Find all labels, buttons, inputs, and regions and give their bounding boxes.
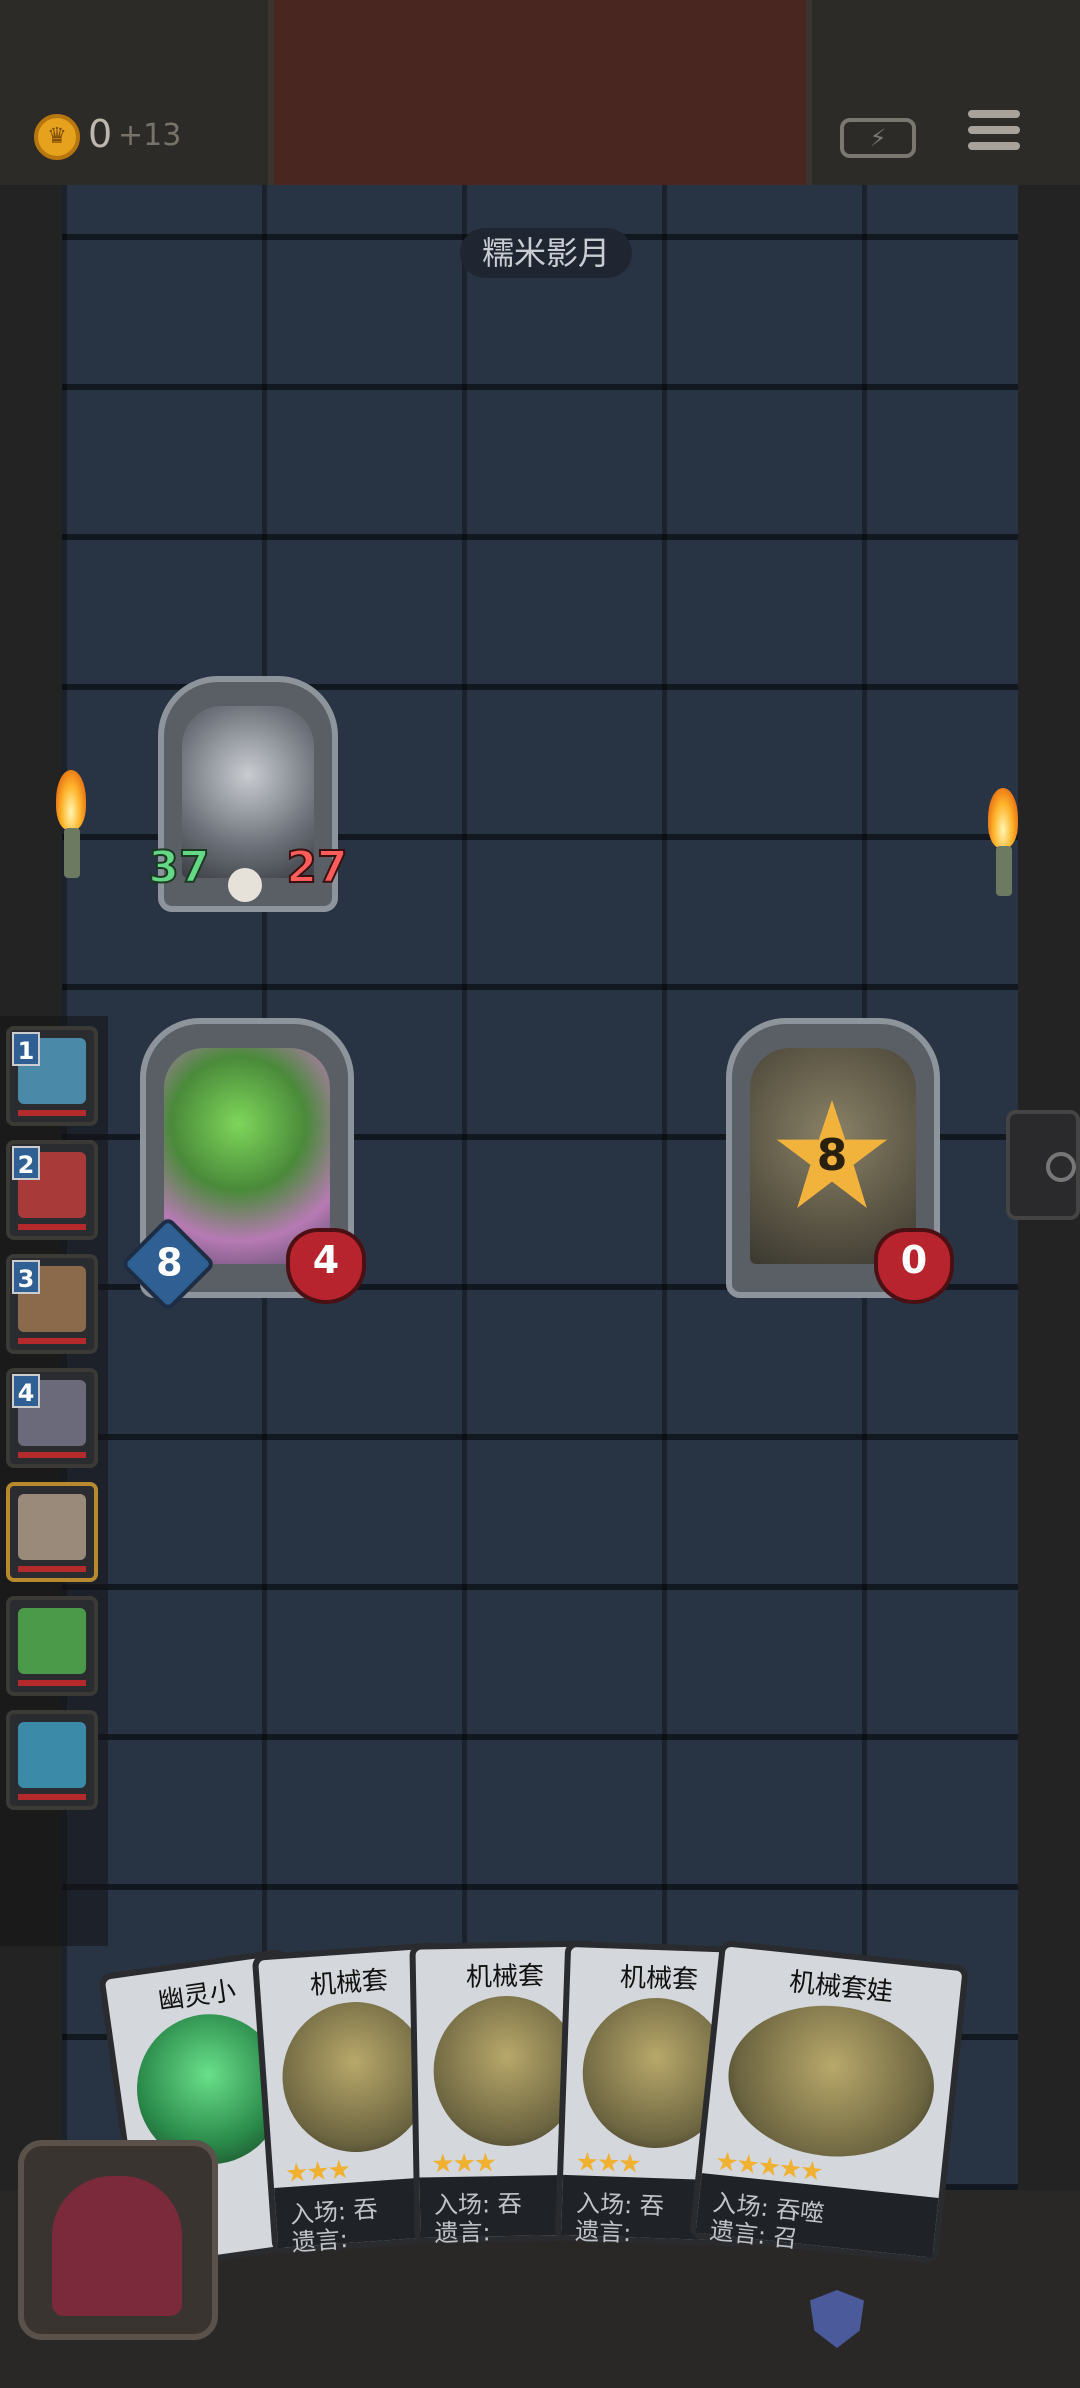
curtain (268, 0, 812, 185)
hero-attack: 37 (147, 841, 210, 894)
health-badge: 0 (874, 1228, 954, 1304)
star-icons: ★★★ (284, 2154, 350, 2190)
card-art (720, 1995, 942, 2167)
rank-badge: 2 (12, 1146, 40, 1180)
roster-slot[interactable] (6, 1710, 98, 1810)
crown-coin-icon: ♛ (34, 114, 80, 160)
torch-icon (56, 770, 86, 878)
rank-badge: 4 (12, 1374, 40, 1408)
menu-icon[interactable] (968, 110, 1020, 160)
card-name: 机械套 (465, 1961, 545, 1993)
hero-portrait[interactable] (18, 2140, 218, 2340)
avatar (18, 1494, 86, 1560)
roster-slot[interactable] (6, 1596, 98, 1696)
opponent-name: 糯米影月 (460, 228, 633, 278)
battery-charging-icon: ⚡ (840, 118, 916, 158)
rank-badge: 3 (12, 1260, 40, 1294)
roster-slot[interactable]: 2 (6, 1140, 98, 1240)
star-icons: ★★★ (430, 2148, 496, 2180)
friendly-attack: 8 (156, 1240, 183, 1285)
card-name: 机械套 (309, 1965, 389, 2001)
health-badge: 4 (286, 1228, 366, 1304)
roster-slot-self[interactable] (6, 1482, 98, 1582)
friendly-health: 4 (312, 1238, 340, 1282)
skull-icon (228, 868, 262, 902)
coin-count: 0 (88, 112, 113, 156)
torch-icon (988, 788, 1018, 896)
hero-avatar (52, 2176, 182, 2316)
roster-panel: 1 2 3 4 (0, 1016, 108, 1946)
enemy-health: 0 (900, 1238, 928, 1282)
avatar (18, 1608, 86, 1674)
roster-slot[interactable]: 3 (6, 1254, 98, 1354)
coin-income: +13 (118, 118, 182, 153)
avatar (18, 1722, 86, 1788)
hand-card[interactable]: 机械套娃 ★★★★★ 入场: 吞噬 遗言: 召 (689, 1939, 969, 2265)
roster-slot[interactable]: 1 (6, 1026, 98, 1126)
door-handle (1006, 1110, 1080, 1220)
hero-health: 27 (285, 841, 348, 894)
rank-badge: 1 (12, 1032, 40, 1066)
roster-slot[interactable]: 4 (6, 1368, 98, 1468)
star-icons: ★★★ (575, 2147, 640, 2180)
